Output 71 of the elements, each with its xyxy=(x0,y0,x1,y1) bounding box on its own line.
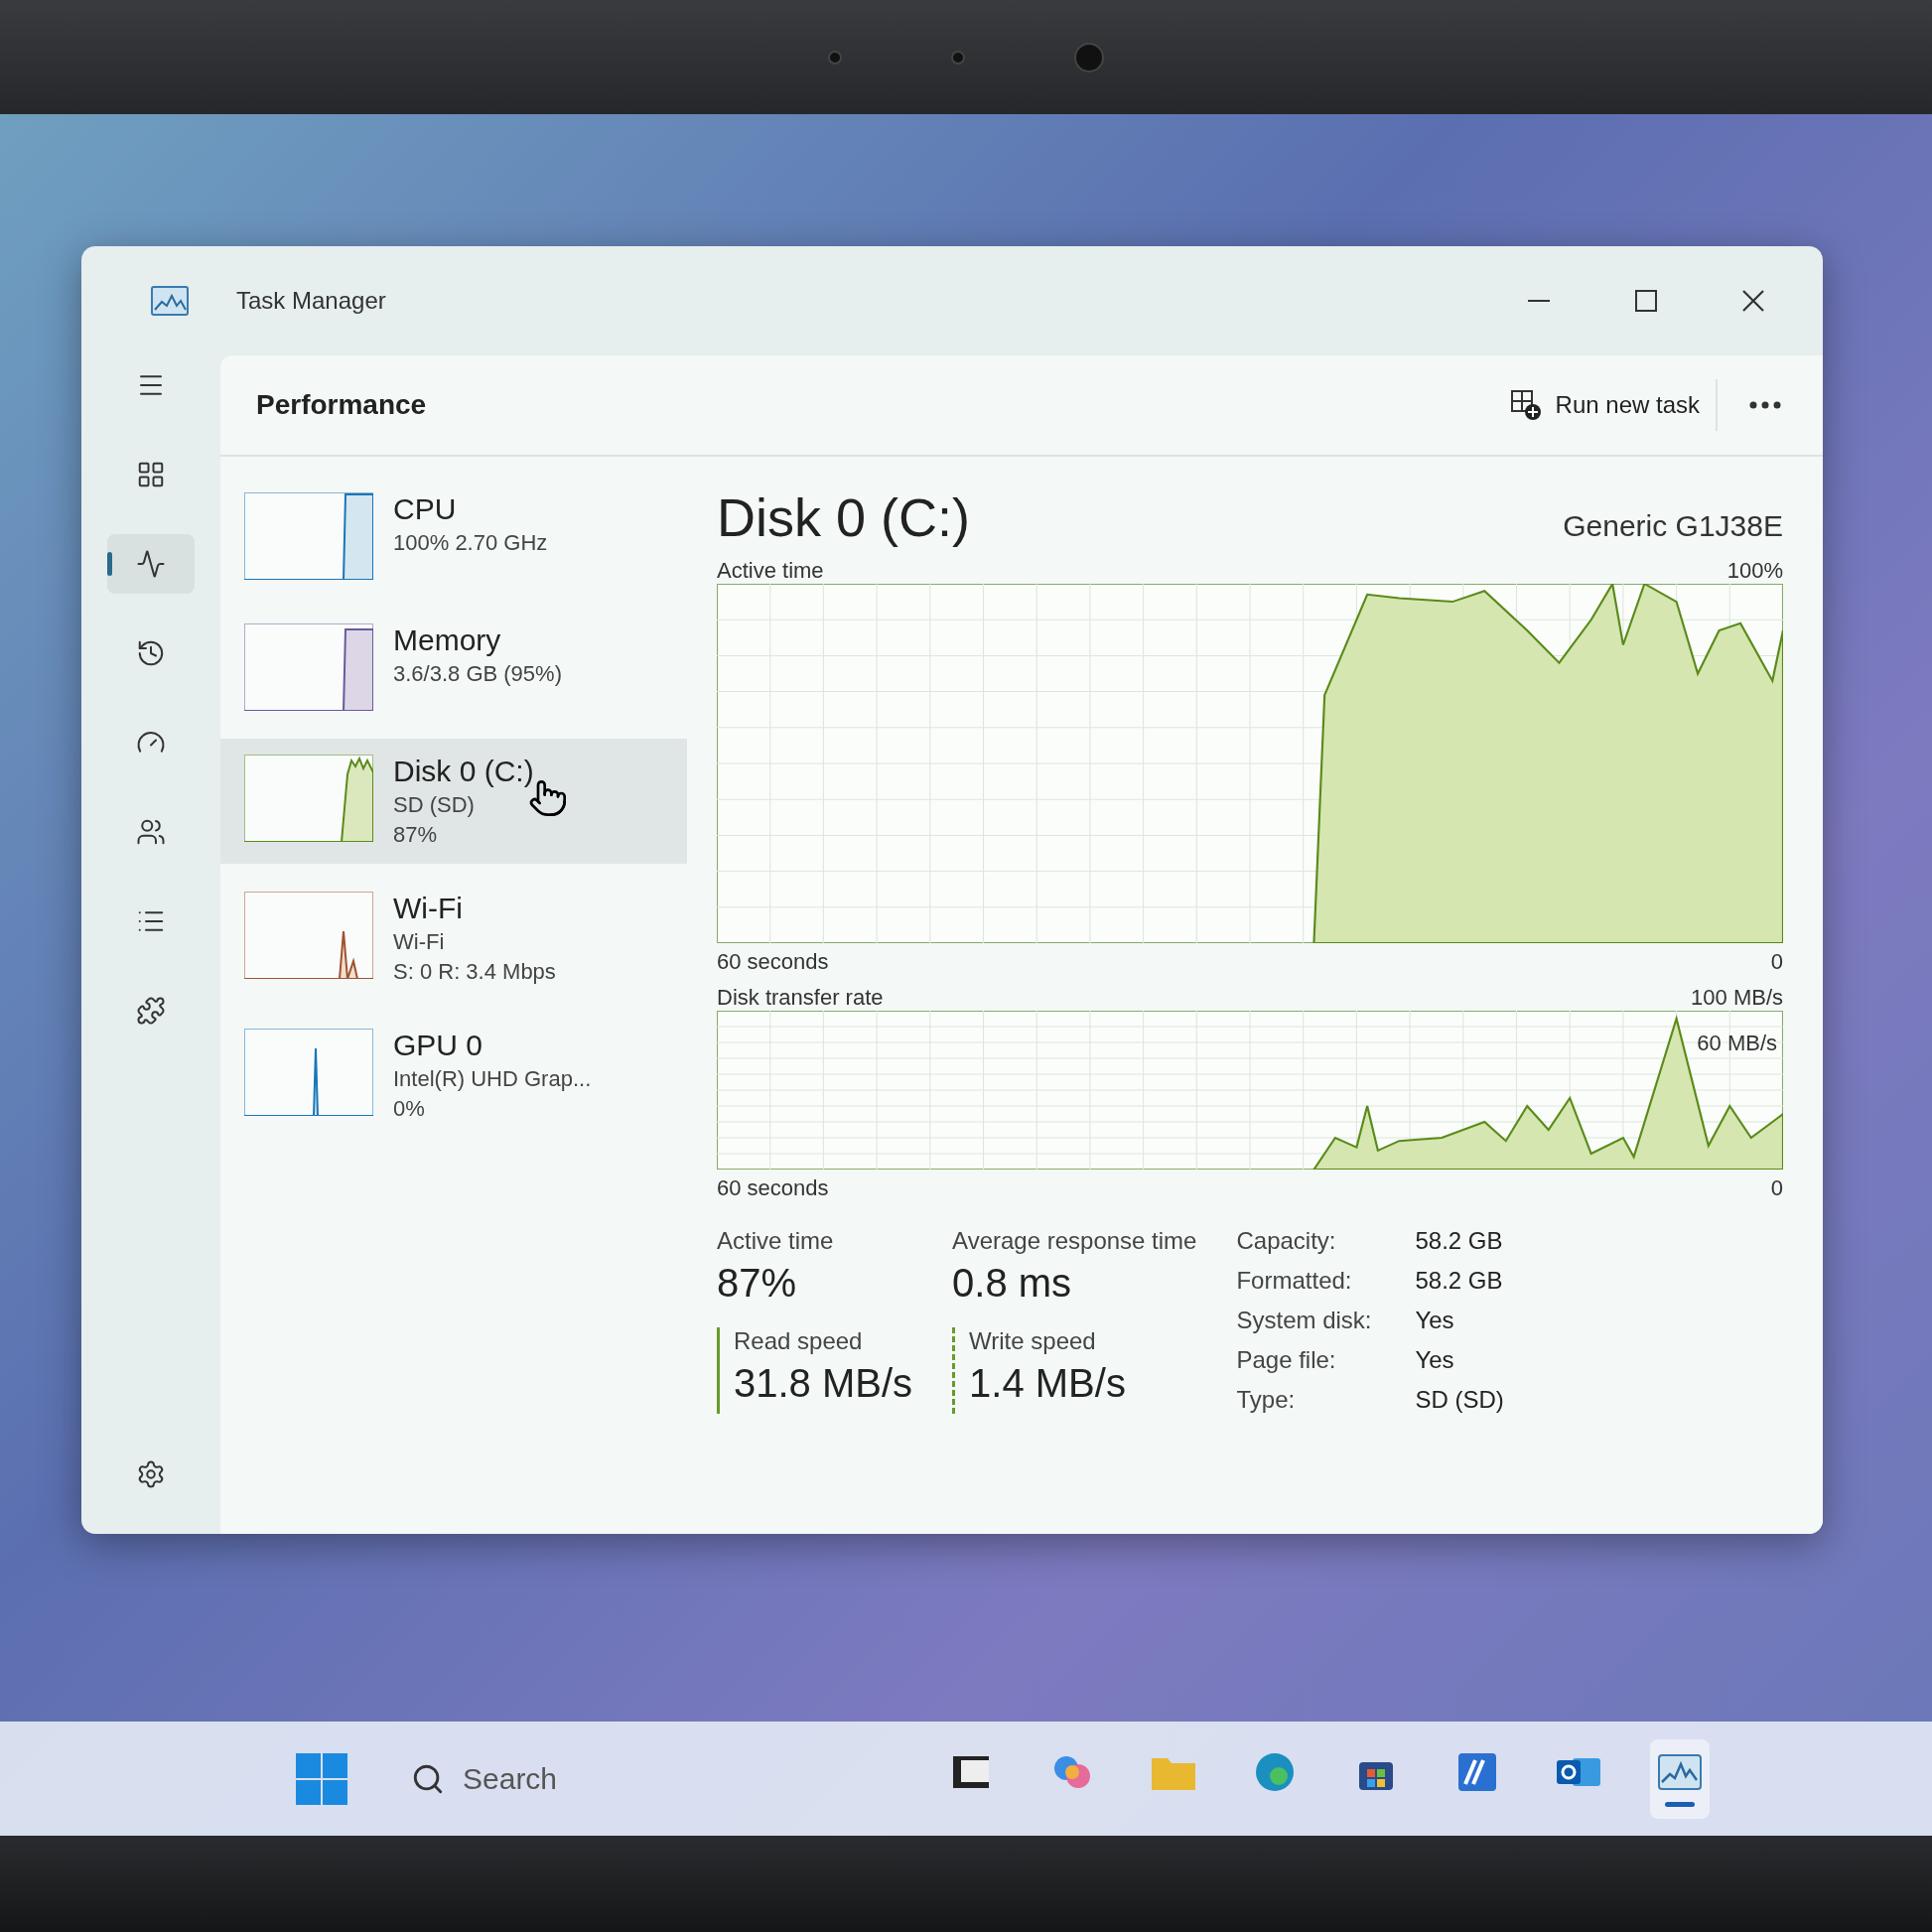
device-list-item[interactable]: CPU 100% 2.70 GHz xyxy=(220,477,687,596)
window-title: Task Manager xyxy=(236,287,387,315)
more-icon xyxy=(1749,401,1781,409)
sensor-dot-icon xyxy=(828,50,842,65)
search-field[interactable]: Search xyxy=(461,1760,762,1797)
browser-icon xyxy=(1253,1750,1297,1794)
device-name: Wi-Fi xyxy=(393,892,464,925)
device-detail: S: 0 R: 3.4 Mbps xyxy=(393,959,556,985)
sensor-dot-icon xyxy=(951,50,965,65)
run-new-task-button[interactable]: Run new task xyxy=(1493,379,1718,431)
stat-value: 1.4 MB/s xyxy=(969,1361,1127,1406)
property-label: Capacity: xyxy=(1236,1227,1337,1255)
maximize-icon xyxy=(1635,290,1657,312)
stat-value: 87% xyxy=(717,1261,798,1306)
stat-value: 0.8 ms xyxy=(952,1261,1073,1306)
device-detail: 0% xyxy=(393,1096,426,1122)
device-list-item[interactable]: Wi-Fi Wi-Fi S: 0 R: 3.4 Mbps xyxy=(220,876,687,1001)
axis-min-label: 0 xyxy=(1770,949,1783,975)
camera-lens-icon xyxy=(1074,42,1104,72)
device-detail: 100% 2.70 GHz xyxy=(393,530,548,556)
property-value: Yes xyxy=(1415,1307,1455,1334)
device-name: Memory xyxy=(393,623,502,657)
device-detail: Intel(R) UHD Grap... xyxy=(393,1066,592,1092)
property-label: Formatted: xyxy=(1236,1267,1353,1295)
stat-label: Average response time xyxy=(952,1227,1197,1255)
device-detail: Wi-Fi xyxy=(393,929,446,955)
property-label: Page file: xyxy=(1236,1346,1337,1374)
users-icon xyxy=(136,817,166,847)
grid-icon xyxy=(136,460,166,489)
puzzle-icon xyxy=(136,996,166,1026)
device-list-item[interactable]: Disk 0 (C:) SD (SD) 87% xyxy=(220,739,687,864)
axis-min-label: 0 xyxy=(1770,1175,1783,1201)
disk-title: Disk 0 (C:) xyxy=(717,486,970,548)
settings-icon xyxy=(136,1459,166,1489)
device-detail: 3.6/3.8 GB (95%) xyxy=(393,661,562,687)
stat-value: 31.8 MB/s xyxy=(734,1361,913,1406)
windows-logo-icon xyxy=(296,1752,347,1805)
chart-title: Active time xyxy=(717,558,824,584)
device-list-item[interactable]: Memory 3.6/3.8 GB (95%) xyxy=(220,608,687,727)
stat-label: Write speed xyxy=(969,1327,1097,1355)
property-value: 58.2 GB xyxy=(1415,1267,1504,1295)
close-icon xyxy=(1741,289,1765,313)
axis-max-label: 100 MB/s xyxy=(1691,985,1783,1011)
time-span-label: 60 seconds xyxy=(717,949,829,975)
property-label: System disk: xyxy=(1236,1307,1373,1334)
chart-title: Disk transfer rate xyxy=(717,985,884,1011)
history-icon xyxy=(136,638,166,668)
device-list-item[interactable]: GPU 0 Intel(R) UHD Grap... 0% xyxy=(220,1013,687,1138)
start-button[interactable] xyxy=(296,1752,347,1805)
stat-label: Read speed xyxy=(734,1327,864,1355)
device-detail: 87% xyxy=(393,822,439,848)
scale-mark-label: 60 MB/s xyxy=(1697,1031,1777,1056)
app-icon xyxy=(1455,1750,1499,1794)
property-value: Yes xyxy=(1415,1346,1455,1374)
time-span-label: 60 seconds xyxy=(717,1175,829,1201)
app-logo-icon xyxy=(151,286,189,316)
page-title: Performance xyxy=(256,389,428,421)
selection-indicator xyxy=(107,552,112,576)
stat-label: Active time xyxy=(717,1227,835,1255)
device-name: Disk 0 (C:) xyxy=(393,755,534,788)
pulse-icon xyxy=(136,549,166,579)
axis-max-label: 100% xyxy=(1726,558,1783,584)
property-label: Type: xyxy=(1236,1386,1297,1414)
device-name: GPU 0 xyxy=(393,1029,484,1062)
property-value: SD (SD) xyxy=(1415,1386,1504,1414)
new-task-icon xyxy=(1509,389,1542,421)
disk-model: Generic G1J38E xyxy=(1563,509,1783,543)
device-detail: SD (SD) xyxy=(393,792,476,818)
property-value: 58.2 GB xyxy=(1415,1227,1504,1255)
device-name: CPU xyxy=(393,492,458,526)
minimize-icon xyxy=(1528,299,1550,303)
